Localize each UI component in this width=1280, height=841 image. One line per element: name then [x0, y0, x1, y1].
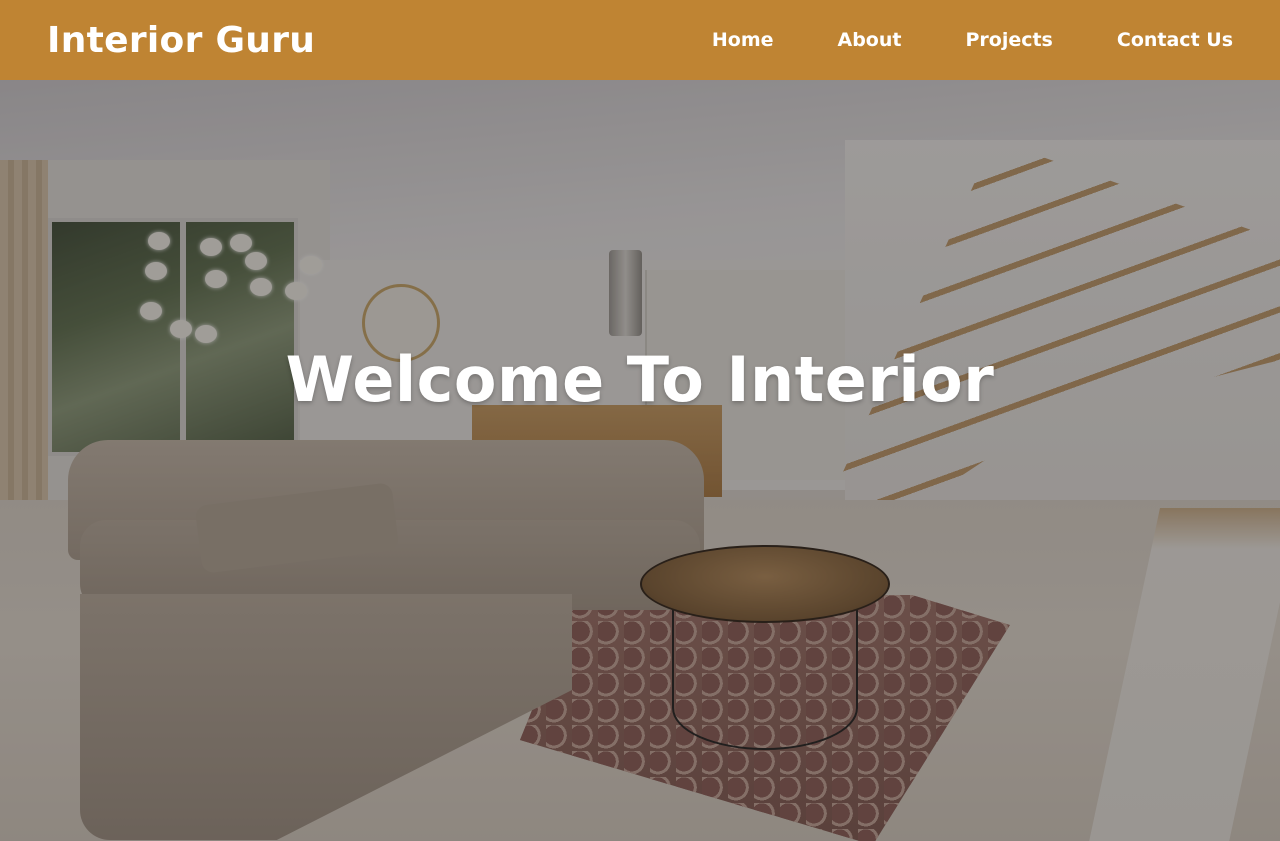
hero-headline: Welcome To Interior	[285, 343, 995, 416]
brand-logo-text[interactable]: Interior Guru	[47, 20, 315, 61]
nav-link-home[interactable]: Home	[712, 29, 774, 51]
nav-link-about[interactable]: About	[838, 29, 902, 51]
nav-links: Home About Projects Contact Us	[712, 29, 1233, 51]
hero-dark-overlay	[0, 0, 1280, 841]
nav-link-projects[interactable]: Projects	[965, 29, 1052, 51]
hero-background-image	[0, 0, 1280, 841]
navbar: Interior Guru Home About Projects Contac…	[0, 0, 1280, 80]
nav-link-contact-us[interactable]: Contact Us	[1117, 29, 1233, 51]
